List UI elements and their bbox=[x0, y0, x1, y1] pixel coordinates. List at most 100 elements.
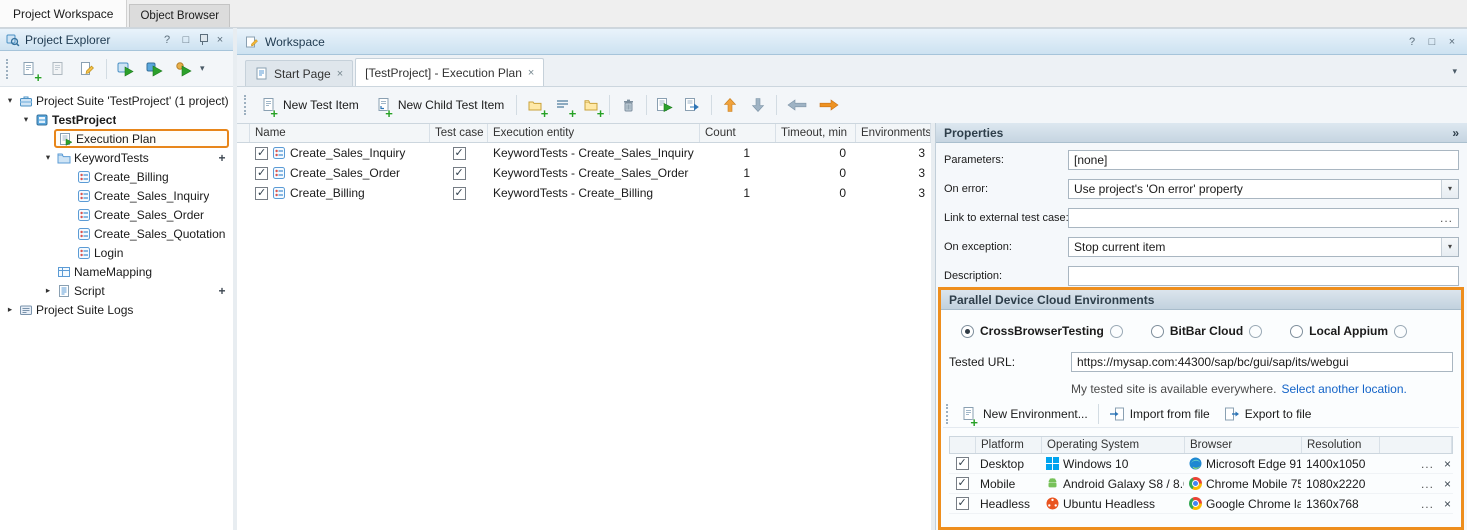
on-exception-select[interactable]: Stop current item ▾ bbox=[1068, 237, 1459, 257]
row-more-icon[interactable]: ... bbox=[1421, 477, 1434, 491]
collapse-panel-icon[interactable]: » bbox=[1452, 126, 1459, 140]
tree-item-login[interactable]: Login bbox=[0, 243, 233, 262]
column-header-execution-entity[interactable]: Execution entity bbox=[488, 124, 700, 142]
radio-selected-icon[interactable] bbox=[961, 325, 974, 338]
remove-row-icon[interactable]: × bbox=[1444, 457, 1451, 471]
add-existing-item-button[interactable] bbox=[45, 57, 71, 81]
tree-item-keywordtests[interactable]: ▾ KeywordTests + bbox=[0, 148, 233, 167]
run-from-selected-button[interactable] bbox=[680, 93, 706, 117]
delete-item-button[interactable] bbox=[615, 93, 641, 117]
radio-local-appium[interactable]: Local Appium bbox=[1290, 324, 1407, 338]
run-selected-test-button[interactable] bbox=[113, 57, 139, 81]
radio-bitbar-cloud[interactable]: BitBar Cloud bbox=[1151, 324, 1262, 338]
on-error-select[interactable]: Use project's 'On error' property ▾ bbox=[1068, 179, 1459, 199]
expander-icon[interactable]: ▾ bbox=[42, 148, 54, 167]
run-selected-item-button[interactable] bbox=[652, 93, 678, 117]
tab-execution-plan[interactable]: [TestProject] - Execution Plan × bbox=[355, 58, 544, 86]
radio-icon[interactable] bbox=[1290, 325, 1303, 338]
move-down-button[interactable] bbox=[745, 93, 771, 117]
tree-item-create-sales-inquiry[interactable]: Create_Sales_Inquiry bbox=[0, 186, 233, 205]
browse-more-icon[interactable]: ... bbox=[1440, 211, 1453, 225]
tab-project-workspace[interactable]: Project Workspace bbox=[0, 0, 127, 27]
new-child-test-item-button[interactable]: + New Child Test Item bbox=[368, 91, 511, 119]
test-case-checkbox[interactable] bbox=[453, 167, 466, 180]
test-case-checkbox[interactable] bbox=[453, 147, 466, 160]
add-new-item-button[interactable]: + bbox=[16, 57, 42, 81]
enabled-checkbox[interactable] bbox=[255, 167, 268, 180]
edit-item-button[interactable] bbox=[74, 57, 100, 81]
run-project-suite-button[interactable] bbox=[171, 57, 197, 81]
column-header-browser[interactable]: Browser bbox=[1185, 437, 1302, 453]
expander-icon[interactable]: ▸ bbox=[4, 300, 16, 319]
add-script-button[interactable]: + bbox=[215, 284, 229, 298]
column-header-resolution[interactable]: Resolution bbox=[1302, 437, 1380, 453]
tree-item-project-suite[interactable]: ▾ Project Suite 'TestProject' (1 project… bbox=[0, 91, 233, 110]
parameters-input[interactable]: [none] bbox=[1068, 150, 1459, 170]
remove-row-icon[interactable]: × bbox=[1444, 477, 1451, 491]
column-header-environments[interactable]: Environments bbox=[856, 124, 931, 142]
enabled-checkbox[interactable] bbox=[255, 147, 268, 160]
new-test-item-button[interactable]: + New Test Item bbox=[253, 91, 366, 119]
remove-row-icon[interactable]: × bbox=[1444, 497, 1451, 511]
environment-checkbox[interactable] bbox=[956, 457, 969, 470]
expander-icon[interactable]: ▾ bbox=[4, 91, 16, 110]
environment-checkbox[interactable] bbox=[956, 497, 969, 510]
column-header-test-case[interactable]: Test case bbox=[430, 124, 488, 142]
toolbar-drag-handle[interactable] bbox=[946, 404, 950, 424]
float-window-icon[interactable]: □ bbox=[179, 34, 193, 46]
close-tab-icon[interactable]: × bbox=[528, 67, 534, 79]
help-icon[interactable]: ? bbox=[1405, 36, 1419, 48]
row-more-icon[interactable]: ... bbox=[1421, 457, 1434, 471]
close-panel-icon[interactable]: × bbox=[213, 34, 227, 46]
tree-item-create-sales-quotation[interactable]: Create_Sales_Quotation bbox=[0, 224, 233, 243]
move-right-button[interactable] bbox=[814, 93, 844, 117]
move-left-button[interactable] bbox=[782, 93, 812, 117]
pin-icon[interactable] bbox=[198, 33, 208, 46]
link-input[interactable]: ... bbox=[1068, 208, 1459, 228]
tree-item-script[interactable]: ▸ Script + bbox=[0, 281, 233, 300]
help-icon[interactable]: ? bbox=[160, 34, 174, 46]
tree-item-namemapping[interactable]: NameMapping bbox=[0, 262, 233, 281]
tested-url-input[interactable]: https://mysap.com:44300/sap/bc/gui/sap/i… bbox=[1071, 352, 1453, 372]
close-tab-icon[interactable]: × bbox=[337, 68, 343, 80]
tree-item-execution-plan[interactable]: Execution Plan bbox=[0, 129, 233, 148]
maximize-icon[interactable]: □ bbox=[1425, 36, 1439, 48]
expander-icon[interactable]: ▸ bbox=[42, 281, 54, 300]
environment-row[interactable]: Desktop Windows 10 Microsoft Edge 91 140… bbox=[949, 454, 1453, 474]
tree-item-create-sales-order[interactable]: Create_Sales_Order bbox=[0, 205, 233, 224]
enabled-checkbox[interactable] bbox=[255, 187, 268, 200]
dropdown-arrow-icon[interactable]: ▾ bbox=[1441, 180, 1458, 198]
expander-icon[interactable]: ▾ bbox=[20, 110, 32, 129]
row-more-icon[interactable]: ... bbox=[1421, 497, 1434, 511]
import-from-file-button[interactable]: Import from file bbox=[1102, 400, 1217, 428]
move-up-button[interactable] bbox=[717, 93, 743, 117]
environment-row[interactable]: Headless Ubuntu Headless Google Chrome l… bbox=[949, 494, 1453, 514]
grid-row[interactable]: Create_Billing KeywordTests - Create_Bil… bbox=[237, 183, 931, 203]
close-panel-icon[interactable]: × bbox=[1445, 36, 1459, 48]
info-icon[interactable] bbox=[1249, 325, 1262, 338]
radio-crossbrowsertesting[interactable]: CrossBrowserTesting bbox=[961, 324, 1123, 338]
new-environment-button[interactable]: + New Environment... bbox=[953, 400, 1095, 428]
grid-row[interactable]: Create_Sales_Inquiry KeywordTests - Crea… bbox=[237, 143, 931, 163]
dropdown-arrow-icon[interactable]: ▾ bbox=[1441, 238, 1458, 256]
add-keyword-test-button[interactable]: + bbox=[215, 151, 229, 165]
column-header-name[interactable]: Name bbox=[250, 124, 430, 142]
info-icon[interactable] bbox=[1110, 325, 1123, 338]
select-location-link[interactable]: Select another location. bbox=[1281, 382, 1406, 396]
environment-row[interactable]: Mobile Android Galaxy S8 / 8.0 Chrome Mo… bbox=[949, 474, 1453, 494]
toolbar-drag-handle[interactable] bbox=[6, 59, 10, 79]
column-header-count[interactable]: Count bbox=[700, 124, 776, 142]
column-header-os[interactable]: Operating System bbox=[1042, 437, 1185, 453]
tab-overflow-chevron-icon[interactable]: ▾ bbox=[1452, 66, 1457, 77]
export-to-file-button[interactable]: Export to file bbox=[1217, 400, 1319, 428]
radio-icon[interactable] bbox=[1151, 325, 1164, 338]
new-group-from-list-button[interactable]: + bbox=[550, 93, 576, 117]
tab-object-browser[interactable]: Object Browser bbox=[129, 4, 230, 27]
tree-item-create-billing[interactable]: Create_Billing bbox=[0, 167, 233, 186]
new-group-button[interactable]: + bbox=[578, 93, 604, 117]
tree-item-project-suite-logs[interactable]: ▸ Project Suite Logs bbox=[0, 300, 233, 319]
run-options-chevron-icon[interactable]: ▾ bbox=[200, 63, 205, 74]
description-input[interactable] bbox=[1068, 266, 1459, 286]
column-header-platform[interactable]: Platform bbox=[976, 437, 1042, 453]
test-case-checkbox[interactable] bbox=[453, 187, 466, 200]
